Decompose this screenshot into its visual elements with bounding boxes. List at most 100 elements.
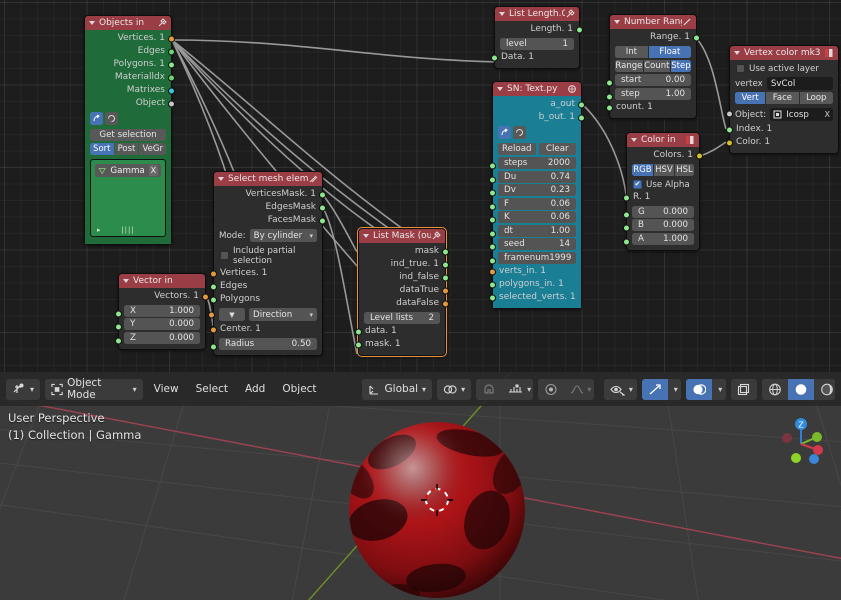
- input-socket-dv[interactable]: [489, 189, 496, 197]
- snap-toggle[interactable]: [476, 378, 503, 400]
- socket-row[interactable]: b_out. 1: [493, 111, 585, 124]
- socket-row[interactable]: data. 1: [355, 325, 445, 338]
- input-socket-b[interactable]: [623, 224, 630, 232]
- list-play-icon[interactable]: ▸: [97, 226, 101, 234]
- remove-object-button[interactable]: X: [148, 165, 158, 176]
- use-active-layer-row[interactable]: Use active layer: [730, 62, 838, 75]
- output-socket-colors[interactable]: [696, 152, 703, 159]
- field-framenum[interactable]: framenum 1999: [498, 251, 576, 264]
- menu-view[interactable]: View: [148, 379, 185, 400]
- viewport-header[interactable]: ▾ Object Mode ▾ View Select Add Object G…: [0, 372, 841, 406]
- shading-material-preview[interactable]: [813, 378, 835, 400]
- socket-row[interactable]: ind_false: [359, 271, 449, 284]
- proportional-edit-toggle[interactable]: [538, 378, 565, 400]
- output-socket-a-out[interactable]: [578, 101, 585, 108]
- socket-row[interactable]: verts_in. 1: [489, 265, 581, 278]
- input-socket-seed[interactable]: [489, 243, 496, 251]
- sort-post-vegr-segments[interactable]: Sort Post VeGr: [90, 143, 166, 155]
- input-socket-mask[interactable]: [355, 341, 362, 348]
- menu-object[interactable]: Object: [276, 379, 322, 400]
- clear-button[interactable]: Clear: [538, 143, 576, 155]
- transform-orientation-button[interactable]: Global ▾: [361, 378, 433, 400]
- input-socket-data[interactable]: [491, 54, 498, 61]
- output-socket-range[interactable]: [693, 34, 700, 41]
- output-socket-materialidx[interactable]: [168, 74, 175, 81]
- collapse-triangle-icon[interactable]: [631, 138, 637, 142]
- input-socket-object[interactable]: [726, 110, 733, 118]
- node-header[interactable]: Objects in: [85, 16, 171, 30]
- object-mode-button[interactable]: Object Mode ▾: [45, 377, 143, 401]
- node-list-length-001[interactable]: List Length.001 Length. 1 level 1 Data. …: [491, 6, 583, 69]
- cursor-icon[interactable]: [498, 126, 511, 139]
- clear-object-button[interactable]: X: [825, 110, 830, 119]
- input-socket-y[interactable]: [115, 323, 122, 331]
- input-socket-a[interactable]: [623, 238, 630, 245]
- socket-row[interactable]: a_out: [493, 98, 585, 111]
- field-f[interactable]: F 0.06: [498, 197, 576, 210]
- field-level-lists[interactable]: Level lists 2: [364, 311, 440, 324]
- socket-row[interactable]: Object: [85, 97, 175, 110]
- node-header[interactable]: List Mask (out): [359, 229, 445, 243]
- input-socket-polygons-in[interactable]: [489, 281, 496, 288]
- collapse-triangle-icon[interactable]: [123, 279, 129, 283]
- output-socket-vertices[interactable]: [168, 35, 175, 42]
- input-socket-r[interactable]: [623, 194, 630, 201]
- socket-row[interactable]: Vectors. 1: [119, 290, 209, 303]
- input-socket-color[interactable]: [726, 139, 733, 146]
- node-header[interactable]: Vector in: [119, 274, 205, 288]
- segment-rgb[interactable]: RGB: [632, 164, 653, 176]
- field-dt[interactable]: dt 1.00: [498, 224, 576, 237]
- node-header[interactable]: SN: Text.py: [493, 82, 581, 96]
- include-partial-selection-checkbox[interactable]: [220, 251, 229, 260]
- field-radius[interactable]: Radius 0.50: [219, 337, 317, 350]
- socket-row[interactable]: Color. 1: [726, 136, 838, 149]
- output-socket-facesmask[interactable]: [319, 217, 326, 224]
- socket-row[interactable]: Polygons. 1: [85, 58, 175, 71]
- resize-grip-icon[interactable]: ||||: [121, 226, 134, 234]
- xray-toggle[interactable]: [730, 378, 757, 400]
- socket-row[interactable]: R. 1: [623, 191, 699, 204]
- use-active-layer-checkbox[interactable]: [736, 64, 745, 73]
- segment-sort[interactable]: Sort: [90, 143, 114, 155]
- input-socket-step[interactable]: [606, 93, 613, 100]
- output-socket-edgesmask[interactable]: [319, 204, 326, 211]
- socket-row[interactable]: Materialldx: [85, 71, 175, 84]
- socket-row[interactable]: Index. 1: [726, 123, 838, 136]
- collapse-triangle-icon[interactable]: [363, 234, 369, 238]
- output-socket-verticesmask[interactable]: [319, 191, 326, 198]
- segment-count[interactable]: Count: [643, 60, 670, 72]
- segment-range[interactable]: Range: [615, 60, 643, 72]
- overlays-toggle[interactable]: [686, 378, 713, 400]
- collapse-triangle-icon[interactable]: [218, 177, 224, 181]
- socket-row[interactable]: Vertices. 1: [210, 267, 322, 280]
- color-space-segments[interactable]: RGB HSV HSL: [632, 164, 695, 176]
- shading-wireframe[interactable]: [761, 378, 788, 400]
- falloff-dropdown[interactable]: ▾: [564, 378, 594, 400]
- use-alpha-row[interactable]: Use Alpha: [627, 178, 699, 191]
- field-seed[interactable]: seed 14: [498, 238, 576, 250]
- sphere-object[interactable]: [0, 372, 841, 600]
- input-socket-selected-verts[interactable]: [489, 294, 496, 301]
- output-socket-length[interactable]: [576, 26, 583, 33]
- object-list-item[interactable]: Gamma X: [95, 164, 161, 177]
- collapse-triangle-icon[interactable]: [614, 20, 620, 24]
- input-socket-dt[interactable]: [489, 230, 496, 237]
- output-socket-ind-true[interactable]: [442, 261, 449, 268]
- direction-icon-dropdown[interactable]: ▼: [219, 308, 245, 321]
- node-header[interactable]: Vertex color mk3: [730, 46, 838, 60]
- input-socket-edges[interactable]: [210, 283, 217, 290]
- output-socket-edges[interactable]: [168, 48, 175, 55]
- output-socket-object[interactable]: [168, 100, 175, 107]
- overlays-dropdown[interactable]: ▾: [712, 378, 726, 400]
- output-socket-matrixes[interactable]: [168, 87, 175, 94]
- input-socket-vertices[interactable]: [210, 270, 217, 277]
- field-z[interactable]: Z 0.000: [124, 331, 200, 344]
- socket-row[interactable]: mask. 1: [355, 338, 445, 351]
- node-header[interactable]: Color in: [627, 133, 699, 147]
- refresh-icon[interactable]: [105, 112, 118, 125]
- snap-group[interactable]: ▾: [476, 378, 534, 400]
- output-socket-ind-false[interactable]: [442, 274, 449, 281]
- segment-vert[interactable]: Vert: [735, 92, 766, 104]
- socket-row[interactable]: Matrixes: [85, 84, 175, 97]
- field-x[interactable]: X 1.000: [124, 304, 200, 317]
